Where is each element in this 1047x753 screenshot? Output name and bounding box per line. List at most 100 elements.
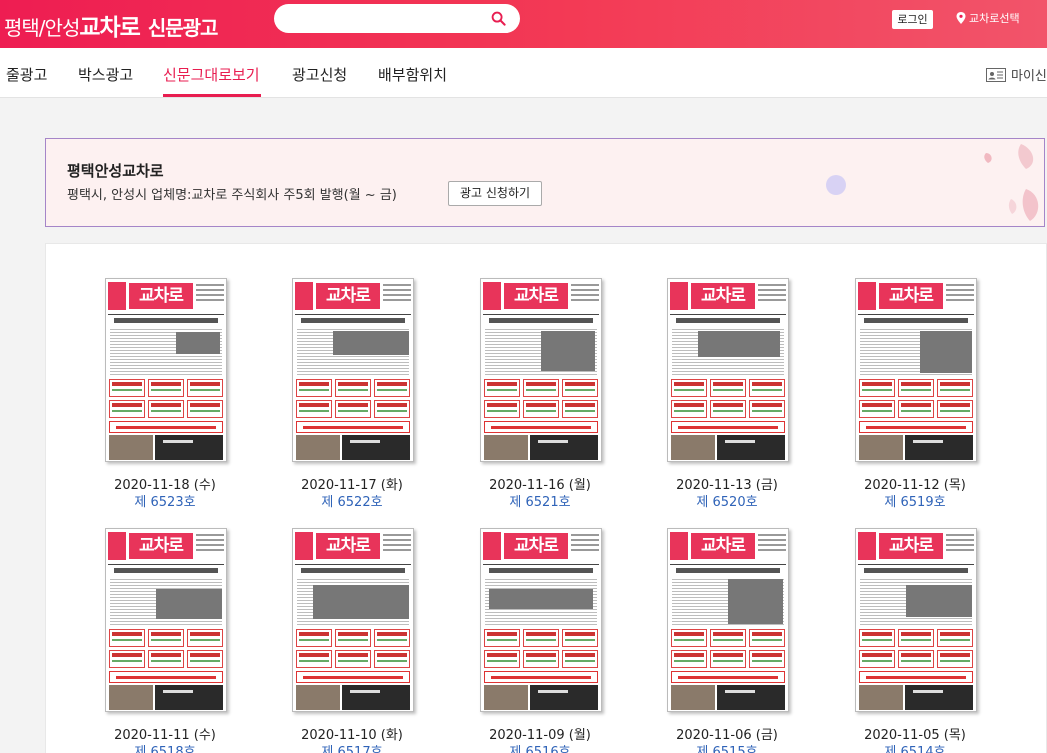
search-input[interactable] xyxy=(288,8,488,29)
newspaper-ads-block xyxy=(296,629,410,669)
mypage-link[interactable]: 마이신 xyxy=(986,65,1047,84)
apply-ad-button[interactable]: 광고 신청하기 xyxy=(448,181,542,206)
newspaper-thumbnail[interactable]: 교차로 xyxy=(480,528,602,712)
newspaper-logo: 교차로 xyxy=(129,533,193,559)
newspaper-ads-block xyxy=(109,379,223,419)
search-icon[interactable] xyxy=(491,11,506,26)
edition-number-link[interactable]: 제 6514호 xyxy=(835,741,995,753)
newspaper-thumbnail[interactable]: 교차로 xyxy=(292,528,414,712)
newspaper-bottom-ad xyxy=(155,685,223,710)
newspaper-thumbnail[interactable]: 교차로 xyxy=(480,278,602,462)
newspaper-bottom-ad xyxy=(905,685,973,710)
newspaper-rule xyxy=(858,314,974,315)
newspaper-headline xyxy=(864,318,968,323)
newspaper-rule xyxy=(670,564,786,565)
newspaper-rule xyxy=(295,564,411,565)
newspaper-rule xyxy=(483,314,599,315)
newspaper-rule xyxy=(108,314,224,315)
newspaper-ads-block xyxy=(859,379,973,419)
edition-number-link[interactable]: 제 6519호 xyxy=(835,491,995,510)
newspaper-bottom-photo xyxy=(109,435,153,460)
newspaper-thumbnail[interactable]: 교차로 xyxy=(292,278,414,462)
newspaper-grid: 교차로 2020-11-18 (수) 제 6523호 교차로 2020-11-1… xyxy=(45,243,1047,753)
newspaper-photo xyxy=(698,331,780,357)
newspaper-masthead-text xyxy=(571,284,599,308)
newspaper-banner xyxy=(109,671,223,683)
publication-title: 평택안성교차로 xyxy=(67,162,164,180)
nav-item-box-ads[interactable]: 박스광고 xyxy=(78,64,133,85)
newspaper-photo xyxy=(313,585,409,619)
newspaper-logo: 교차로 xyxy=(504,533,568,559)
newspaper-bottom-photo xyxy=(296,685,340,710)
newspaper-headline xyxy=(864,568,968,573)
newspaper-headline xyxy=(114,568,218,573)
newspaper-rule xyxy=(108,564,224,565)
newspaper-masthead-text xyxy=(946,534,974,558)
nav-item-ad-apply[interactable]: 광고신청 xyxy=(292,64,347,85)
newspaper-date-strip xyxy=(108,282,126,310)
edition-number-link[interactable]: 제 6516호 xyxy=(460,741,620,753)
nav-item-distribution-box[interactable]: 배부함위치 xyxy=(378,64,447,85)
newspaper-logo: 교차로 xyxy=(316,283,380,309)
newspaper-bottom-ad xyxy=(342,685,410,710)
newspaper-photo xyxy=(156,589,222,619)
newspaper-logo: 교차로 xyxy=(504,283,568,309)
newspaper-bottom-ad xyxy=(717,435,785,460)
newspaper-bottom-ad xyxy=(717,685,785,710)
edition-number-link[interactable]: 제 6518호 xyxy=(85,741,245,753)
newspaper-thumbnail[interactable]: 교차로 xyxy=(105,278,227,462)
nav-active-underline xyxy=(163,94,261,97)
decorative-petals-icon xyxy=(984,144,1039,221)
search-box xyxy=(274,4,520,33)
newspaper-banner xyxy=(859,421,973,433)
newspaper-logo: 교차로 xyxy=(691,283,755,309)
newspaper-banner xyxy=(296,421,410,433)
newspaper-thumbnail[interactable]: 교차로 xyxy=(667,278,789,462)
newspaper-headline xyxy=(489,318,593,323)
newspaper-thumbnail[interactable]: 교차로 xyxy=(667,528,789,712)
newspaper-date-strip xyxy=(858,532,876,560)
newspaper-bottom-photo xyxy=(671,685,715,710)
newspaper-headline xyxy=(301,318,405,323)
edition-number-link[interactable]: 제 6520호 xyxy=(647,491,807,510)
newspaper-thumbnail[interactable]: 교차로 xyxy=(855,528,977,712)
newspaper-banner xyxy=(109,421,223,433)
top-header: 평택/안성교차로 신문광고 로그인 교차로선택 xyxy=(0,0,1047,48)
newspaper-date-strip xyxy=(483,532,501,560)
newspaper-masthead-text xyxy=(196,534,224,558)
edition-number-link[interactable]: 제 6517호 xyxy=(272,741,432,753)
edition-number-link[interactable]: 제 6521호 xyxy=(460,491,620,510)
newspaper-thumbnail[interactable]: 교차로 xyxy=(855,278,977,462)
newspaper-rule xyxy=(670,314,786,315)
newspaper-banner xyxy=(671,421,785,433)
newspaper-thumbnail[interactable]: 교차로 xyxy=(105,528,227,712)
id-card-icon xyxy=(986,67,1006,82)
nav-item-newspaper-view[interactable]: 신문그대로보기 xyxy=(163,64,260,85)
region-select-button[interactable]: 교차로선택 xyxy=(956,10,1020,26)
newspaper-ads-block xyxy=(296,379,410,419)
edition-number-link[interactable]: 제 6515호 xyxy=(647,741,807,753)
newspaper-banner xyxy=(296,671,410,683)
edition-number-link[interactable]: 제 6522호 xyxy=(272,491,432,510)
newspaper-bottom-ad xyxy=(530,435,598,460)
edition-number-link[interactable]: 제 6523호 xyxy=(85,491,245,510)
publication-info-box: 평택안성교차로 평택시, 안성시 업체명:교차로 주식회사 주5회 발행(월 ~… xyxy=(45,138,1045,227)
newspaper-photo xyxy=(906,585,972,617)
newspaper-bottom-photo xyxy=(859,685,903,710)
newspaper-banner xyxy=(859,671,973,683)
newspaper-logo: 교차로 xyxy=(879,533,943,559)
newspaper-banner xyxy=(484,671,598,683)
newspaper-ads-block xyxy=(671,379,785,419)
site-logo[interactable]: 평택/안성교차로 신문광고 xyxy=(4,8,218,42)
nav-item-line-ads[interactable]: 줄광고 xyxy=(6,64,47,85)
newspaper-photo xyxy=(541,331,595,371)
newspaper-date-strip xyxy=(858,282,876,310)
logo-region: 평택/안성 xyxy=(4,16,80,40)
newspaper-photo xyxy=(333,331,409,355)
login-button[interactable]: 로그인 xyxy=(892,10,933,29)
newspaper-headline xyxy=(301,568,405,573)
region-select-label: 교차로선택 xyxy=(969,12,1020,25)
newspaper-date-strip xyxy=(483,282,501,310)
newspaper-bottom-ad xyxy=(155,435,223,460)
newspaper-masthead-text xyxy=(946,284,974,308)
